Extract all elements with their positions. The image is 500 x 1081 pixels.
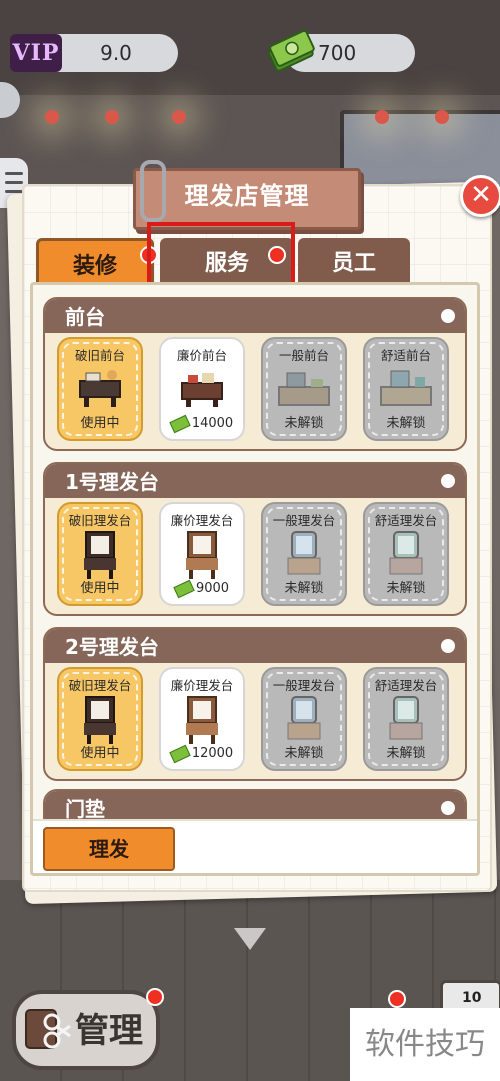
standard-desk-icon xyxy=(278,372,330,406)
ceiling-lamp-icon xyxy=(375,110,389,124)
item-name: 一般前台 xyxy=(278,348,329,363)
item-name: 舒适理发台 xyxy=(374,678,438,693)
money-icon xyxy=(169,414,191,433)
notification-dot-icon xyxy=(146,988,164,1006)
item-status: 未解锁 xyxy=(284,416,324,431)
section-front-desk: 前台 破旧前台 使用中 廉价前台 14000 一般前台 未解锁 舒适前台 未解锁 xyxy=(43,297,467,451)
item-status: 使用中 xyxy=(80,746,120,761)
item-name: 廉价理发台 xyxy=(170,513,234,528)
item-card-locked[interactable]: 舒适理发台 未解锁 xyxy=(363,502,449,606)
section-header xyxy=(45,299,465,333)
item-status: 使用中 xyxy=(80,416,120,431)
notification-dot-icon xyxy=(388,990,406,1008)
ceiling-lamp-icon xyxy=(172,110,186,124)
standard-station-icon xyxy=(287,696,321,740)
item-card-buyable[interactable]: 廉价理发台 12000 xyxy=(159,667,245,771)
item-name: 一般理发台 xyxy=(272,678,336,693)
item-card-current[interactable]: 破旧理发台 使用中 xyxy=(57,502,143,606)
standard-station-icon xyxy=(287,531,321,575)
tab-staff[interactable]: 员工 xyxy=(298,238,410,284)
scroll-list[interactable]: 前台 破旧前台 使用中 廉价前台 14000 一般前台 未解锁 舒适前台 未解锁… xyxy=(33,285,477,825)
cheap-station-icon xyxy=(186,531,218,579)
scissors-icon xyxy=(25,1009,71,1049)
cheap-station-icon xyxy=(186,696,218,744)
item-card-locked[interactable]: 舒适理发台 未解锁 xyxy=(363,667,449,771)
close-button[interactable]: ✕ xyxy=(460,175,500,217)
section-title: 2号理发台 xyxy=(65,635,159,659)
comfort-station-icon xyxy=(389,696,423,740)
item-card-current[interactable]: 破旧前台 使用中 xyxy=(57,337,143,441)
comfort-station-icon xyxy=(389,531,423,575)
item-card-locked[interactable]: 一般理发台 未解锁 xyxy=(261,502,347,606)
item-name: 破旧理发台 xyxy=(68,513,132,528)
tab-decoration[interactable]: 装修 xyxy=(36,238,154,287)
item-name: 廉价前台 xyxy=(176,348,227,363)
item-status: 未解锁 xyxy=(386,416,426,431)
cash-amount: 700 xyxy=(318,41,357,65)
item-card-buyable[interactable]: 廉价前台 14000 xyxy=(159,337,245,441)
section-dot-icon xyxy=(441,639,455,653)
money-icon xyxy=(173,579,195,598)
money-icon xyxy=(169,744,191,763)
item-name: 舒适前台 xyxy=(380,348,431,363)
collapse-arrow-icon[interactable] xyxy=(234,928,266,950)
item-price: 12000 xyxy=(161,744,243,763)
vip-level-value: 9.0 xyxy=(100,41,132,65)
item-card-locked[interactable]: 舒适前台 未解锁 xyxy=(363,337,449,441)
ceiling-lamp-icon xyxy=(105,110,119,124)
old-station-icon xyxy=(84,696,116,744)
comfort-desk-icon xyxy=(380,370,432,406)
section-station-1: 1号理发台 破旧理发台 使用中 廉价理发台 9000 一般理发台 未解锁 舒适理… xyxy=(43,462,467,616)
vip-badge: VIP xyxy=(10,34,62,72)
ceiling-lamp-icon xyxy=(45,110,59,124)
item-status: 未解锁 xyxy=(284,746,324,761)
item-card-locked[interactable]: 一般前台 未解锁 xyxy=(261,337,347,441)
item-card-buyable[interactable]: 廉价理发台 9000 xyxy=(159,502,245,606)
old-station-icon xyxy=(84,531,116,579)
ceiling-lamp-icon xyxy=(435,110,449,124)
item-price: 14000 xyxy=(161,414,243,433)
haircut-category-button[interactable]: 理发 xyxy=(43,827,175,871)
watermark-text: 软件技巧 xyxy=(350,1008,500,1081)
item-name: 破旧理发台 xyxy=(68,678,132,693)
panel-footer: 理发 xyxy=(33,819,477,873)
item-price: 9000 xyxy=(161,579,243,598)
task-count: 10 xyxy=(462,990,482,1006)
item-card-current[interactable]: 破旧理发台 使用中 xyxy=(57,667,143,771)
item-name: 一般理发台 xyxy=(272,513,336,528)
section-title: 1号理发台 xyxy=(65,470,159,494)
item-status: 使用中 xyxy=(80,581,120,596)
item-status: 未解锁 xyxy=(386,746,426,761)
section-dot-icon xyxy=(441,309,455,323)
item-status: 未解锁 xyxy=(284,581,324,596)
manage-label: 管理 xyxy=(75,1011,143,1051)
section-dot-icon xyxy=(441,801,455,815)
section-title: 前台 xyxy=(65,305,105,329)
old-desk-icon xyxy=(79,370,121,407)
section-dot-icon xyxy=(441,474,455,488)
item-status: 未解锁 xyxy=(386,581,426,596)
item-name: 廉价理发台 xyxy=(170,678,234,693)
content-panel[interactable]: 前台 破旧前台 使用中 廉价前台 14000 一般前台 未解锁 舒适前台 未解锁… xyxy=(30,282,480,876)
item-name: 破旧前台 xyxy=(74,348,125,363)
paperclip-icon xyxy=(140,160,166,222)
cheap-desk-icon xyxy=(181,373,223,407)
section-station-2: 2号理发台 破旧理发台 使用中 廉价理发台 12000 一般理发台 未解锁 舒适… xyxy=(43,627,467,781)
item-card-locked[interactable]: 一般理发台 未解锁 xyxy=(261,667,347,771)
item-name: 舒适理发台 xyxy=(374,513,438,528)
modal-title: 理发店管理 xyxy=(184,182,310,210)
